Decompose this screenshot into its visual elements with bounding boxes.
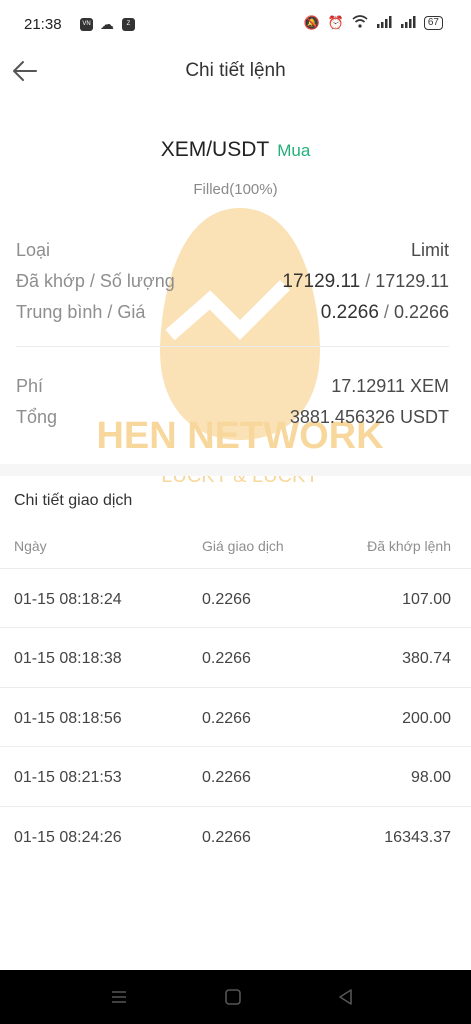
- trade-price: 0.2266: [202, 769, 251, 786]
- signal-icon: [400, 15, 416, 31]
- fee-value: 17.12911 XEM: [331, 376, 449, 396]
- menu-icon[interactable]: [110, 988, 128, 1006]
- trade-price: 0.2266: [202, 710, 251, 727]
- trade-price: 0.2266: [202, 829, 251, 846]
- trade-filled: 200.00: [402, 710, 451, 727]
- col-price-header: Giá giao dịch: [202, 538, 284, 554]
- alarm-icon: ⏰: [327, 15, 344, 30]
- section-divider: [0, 464, 471, 476]
- table-row: 01-15 08:18:24 0.2266 107.00: [0, 568, 471, 628]
- nav-bar: Chi tiết lệnh: [0, 52, 471, 98]
- pair-name: XEM/USDT: [160, 138, 270, 161]
- trade-filled: 16343.37: [384, 829, 451, 846]
- fee-label: Phí: [16, 376, 44, 396]
- order-pair: XEM/USDT Mua: [0, 138, 471, 162]
- trade-date: 01-15 08:18:24: [14, 591, 122, 608]
- table-row: 01-15 08:21:53 0.2266 98.00: [0, 746, 471, 806]
- order-type-value: Limit: [410, 240, 449, 260]
- notification-app-icon: VN: [80, 18, 93, 31]
- order-status: Filled(100%): [193, 181, 278, 198]
- divider: [16, 346, 449, 347]
- col-date-header: Ngày: [14, 538, 47, 554]
- cloud-icon: ☁: [100, 16, 114, 32]
- back-triangle-icon[interactable]: [337, 988, 355, 1006]
- trade-date: 01-15 08:21:53: [14, 769, 122, 786]
- status-time: 21:38: [24, 16, 62, 33]
- order-type-label: Loại: [16, 240, 51, 260]
- trade-price: 0.2266: [202, 650, 251, 667]
- amount-value: 17129.11: [375, 271, 449, 291]
- filled-amount-row: Đã khớp / Số lượng 17129.11 / 17129.11: [16, 271, 449, 295]
- filled-amount-label: Đã khớp / Số lượng: [16, 271, 175, 291]
- status-bar: 21:38 VN ☁ Z 🔕 ⏰ 67: [0, 0, 471, 52]
- total-row: Tổng 3881.456326 USDT: [16, 407, 449, 431]
- zalo-icon: Z: [122, 18, 135, 31]
- table-row: 01-15 08:18:38 0.2266 380.74: [0, 627, 471, 687]
- total-value: 3881.456326 USDT: [289, 407, 449, 427]
- wifi-icon: [352, 15, 368, 31]
- fee-row: Phí 17.12911 XEM: [16, 376, 449, 400]
- order-type-row: Loại Limit: [16, 240, 449, 264]
- table-row: 01-15 08:24:26 0.2266 16343.37: [0, 806, 471, 866]
- order-side-badge: Mua: [277, 141, 311, 160]
- trade-filled: 380.74: [402, 650, 451, 667]
- home-icon[interactable]: [224, 988, 242, 1006]
- trade-date: 01-15 08:18:56: [14, 710, 122, 727]
- trade-filled: 107.00: [402, 591, 451, 608]
- mute-icon: 🔕: [303, 15, 320, 30]
- page-title: Chi tiết lệnh: [185, 60, 286, 81]
- battery-icon: 67: [423, 16, 443, 30]
- avg-price-row: Trung bình / Giá 0.2266 / 0.2266: [16, 302, 449, 326]
- trade-date: 01-15 08:18:38: [14, 650, 122, 667]
- col-filled-header: Đã khớp lệnh: [367, 538, 451, 554]
- total-label: Tổng: [16, 407, 58, 427]
- avg-price-value: 0.2266 / 0.2266: [320, 302, 449, 323]
- trade-filled: 98.00: [410, 769, 451, 786]
- filled-value: 17129.11: [282, 271, 361, 292]
- price-value: 0.2266: [393, 302, 449, 322]
- filled-amount-value: 17129.11 / 17129.11: [282, 271, 449, 292]
- status-icons: 🔕 ⏰ 67: [303, 15, 443, 31]
- system-nav-bar: [0, 970, 471, 1024]
- trade-date: 01-15 08:24:26: [14, 829, 122, 846]
- signal-icon: [376, 15, 392, 31]
- table-row: 01-15 08:18:56 0.2266 200.00: [0, 687, 471, 747]
- trade-details-title: Chi tiết giao dịch: [14, 492, 133, 509]
- avg-price-label: Trung bình / Giá: [16, 302, 146, 322]
- trade-price: 0.2266: [202, 591, 251, 608]
- avg-value: 0.2266: [320, 302, 379, 323]
